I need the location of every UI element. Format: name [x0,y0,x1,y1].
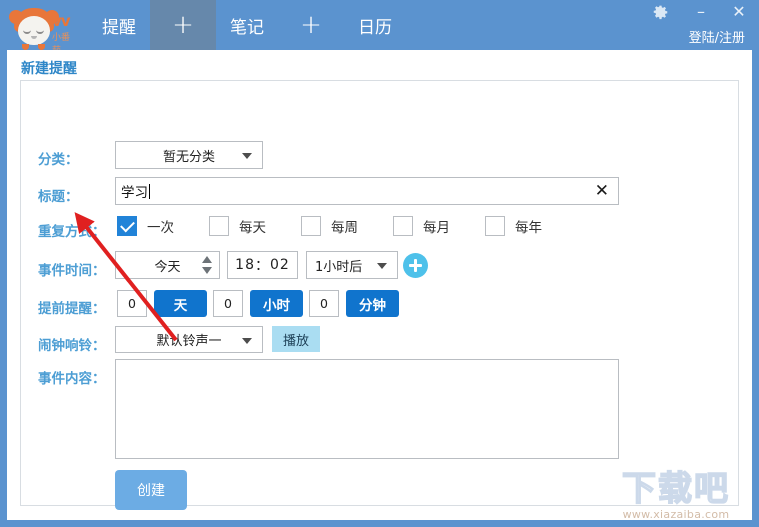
chevron-down-icon [242,153,252,159]
clear-title-icon[interactable]: ✕ [595,182,609,200]
repeat-option-daily[interactable]: 每天 [209,216,266,236]
event-offset-select[interactable]: 1小时后 [306,251,398,279]
content-panel: 新建提醒 分类： 暂无分类 标题： 学习 ✕ 重复方式： 一次 每天 每周 每月… [7,50,752,520]
checkbox-yearly[interactable] [485,216,505,236]
title-label: 标题： [38,189,79,205]
add-time-button[interactable] [403,253,428,278]
repeat-label: 重复方式： [38,224,106,240]
event-hour-value: 18 [235,257,255,273]
repeat-option-weekly[interactable]: 每周 [301,216,358,236]
checkbox-weekly[interactable] [301,216,321,236]
advance-hours-input[interactable]: 0 [213,290,243,317]
app-window: vv 小番茄 提醒 + 笔记 + 日历 – ✕ 登陆/注册 新建提醒 [0,0,759,527]
category-select[interactable]: 暂无分类 [115,141,263,169]
repeat-option-daily-label: 每天 [239,220,266,236]
repeat-option-monthly-label: 每月 [423,220,450,236]
advance-days-input[interactable]: 0 [117,290,147,317]
spinner-down-icon[interactable] [202,267,212,274]
title-input[interactable]: 学习 ✕ [115,177,619,205]
app-logo: vv 小番茄 [8,4,78,56]
title-input-value: 学习 [121,185,148,201]
event-time-input[interactable]: 18 ： 02 [227,251,298,279]
category-select-value: 暂无分类 [162,149,215,165]
mascot-mouth [31,36,37,39]
checkbox-monthly[interactable] [393,216,413,236]
advance-minutes-unit-button[interactable]: 分钟 [346,290,399,317]
repeat-option-yearly[interactable]: 每年 [485,216,542,236]
advance-days-unit-button[interactable]: 天 [154,290,207,317]
category-label: 分类： [38,152,79,168]
ringtone-value: 默认铃声一 [156,334,222,349]
play-ringtone-button[interactable]: 播放 [272,326,320,352]
event-time-label: 事件时间： [38,263,106,279]
event-content-textarea[interactable] [115,359,619,459]
event-day-value: 今天 [154,259,181,275]
repeat-option-monthly[interactable]: 每月 [393,216,450,236]
tab-notes[interactable]: 笔记 [216,0,278,50]
login-register-link[interactable]: 登陆/注册 [689,27,745,46]
page-title: 新建提醒 [21,61,77,77]
spinner-up-icon[interactable] [202,256,212,263]
mascot-eye-left [23,28,31,34]
mascot-head [18,16,50,45]
repeat-option-once-label: 一次 [147,220,174,236]
text-cursor [149,183,150,199]
advance-notice-label: 提前提醒： [38,301,106,317]
tab-add-reminder[interactable]: + [150,0,216,50]
event-offset-value: 1小时后 [315,259,363,275]
event-content-label: 事件内容： [38,371,106,387]
close-button[interactable]: ✕ [729,4,749,20]
checkbox-once[interactable] [117,216,137,236]
event-minute-value: 02 [270,257,290,273]
plus-icon-vertical [414,259,417,272]
repeat-option-weekly-label: 每周 [331,220,358,236]
tab-reminder[interactable]: 提醒 [88,0,150,50]
ringtone-select[interactable]: 默认铃声一 [115,326,263,353]
create-button[interactable]: 创建 [115,470,187,510]
tab-calendar[interactable]: 日历 [344,0,406,50]
brand-name: vv [52,12,71,30]
time-separator: ： [255,258,270,274]
window-controls: – ✕ [653,4,749,20]
reminder-form: 分类： 暂无分类 标题： 学习 ✕ 重复方式： 一次 每天 每周 每月 每年 事… [20,80,739,510]
gear-icon[interactable] [653,5,673,20]
mascot-eye-right [36,28,44,34]
chevron-down-icon [377,263,387,269]
tab-bar: 提醒 + 笔记 + 日历 [88,0,406,50]
chevron-down-icon [242,337,252,344]
alarm-label: 闹钟响铃： [38,338,106,354]
tab-add-note[interactable]: + [278,0,344,50]
repeat-option-yearly-label: 每年 [515,220,542,236]
title-bar: vv 小番茄 提醒 + 笔记 + 日历 – ✕ 登陆/注册 [0,0,759,56]
event-day-select[interactable]: 今天 [115,251,220,279]
check-icon [119,217,135,232]
checkbox-daily[interactable] [209,216,229,236]
minimize-button[interactable]: – [691,4,711,20]
day-spinner[interactable] [202,256,213,274]
advance-hours-unit-button[interactable]: 小时 [250,290,303,317]
mascot-icon [9,8,59,50]
advance-minutes-input[interactable]: 0 [309,290,339,317]
repeat-option-once[interactable]: 一次 [117,216,174,236]
